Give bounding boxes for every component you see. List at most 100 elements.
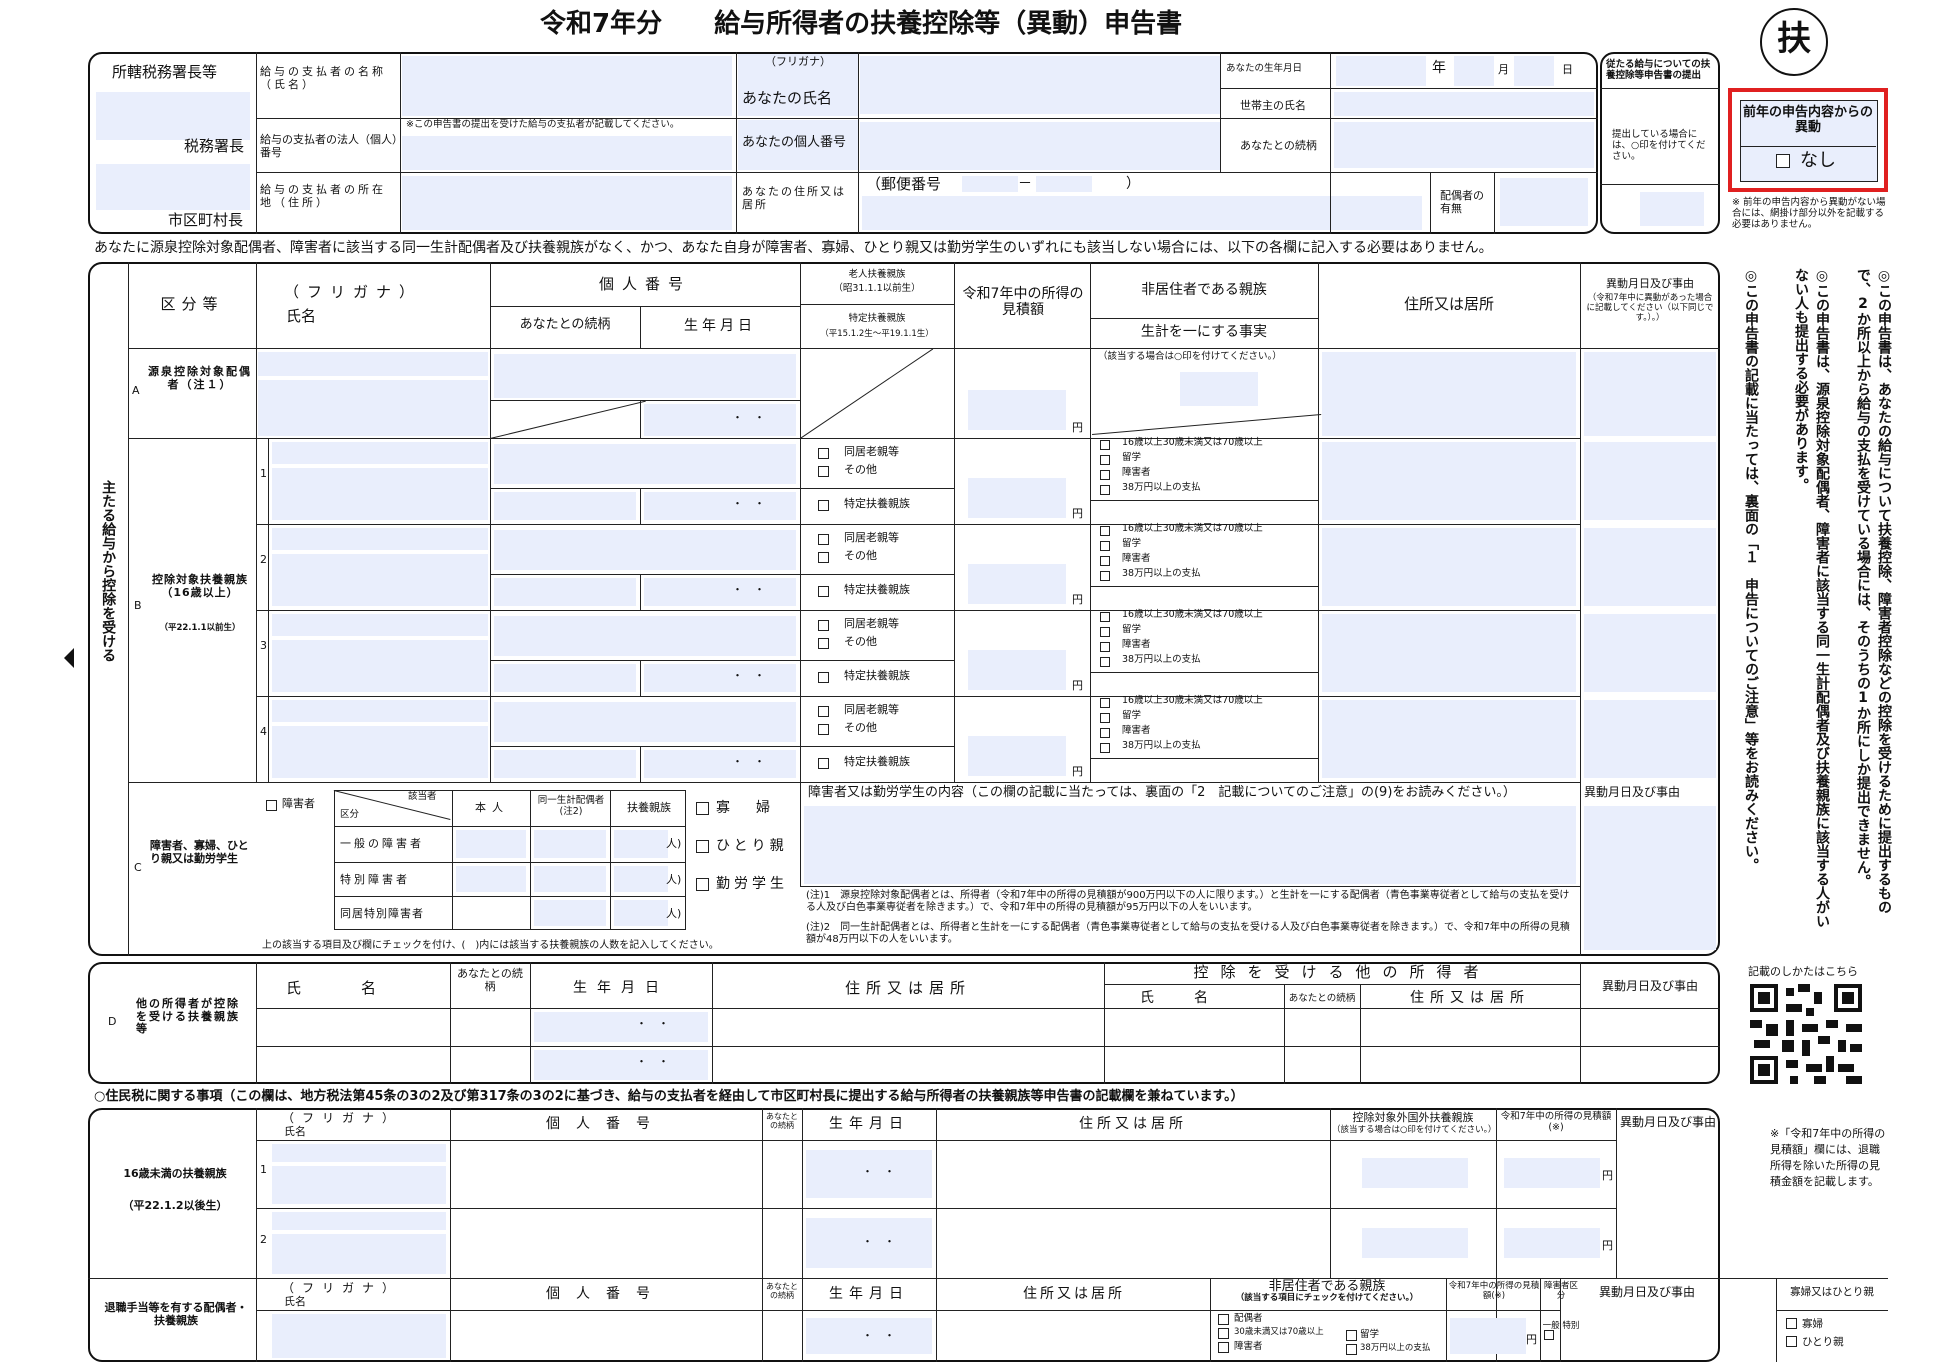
ret-opt-pay-checkbox[interactable] [1346, 1344, 1357, 1355]
c-self-general[interactable] [456, 830, 526, 858]
rowB-furigana-input[interactable] [272, 700, 488, 722]
rowB-birth-input[interactable] [644, 664, 796, 692]
u16-1-income[interactable] [1504, 1158, 1600, 1188]
rowB-number-input[interactable] [494, 530, 796, 570]
c-single-checkbox[interactable] [696, 840, 709, 853]
rowB-specific-checkbox[interactable] [818, 586, 829, 597]
rowA-income-input[interactable] [968, 390, 1066, 430]
rowB-change-input[interactable] [1584, 442, 1716, 520]
rowB-income-input[interactable] [968, 650, 1066, 690]
rowB-nonres-checkbox[interactable] [1100, 541, 1110, 551]
rowB-number-input[interactable] [494, 444, 796, 484]
rowB-nonres-checkbox[interactable] [1100, 571, 1110, 581]
rowB-birth-input[interactable] [644, 578, 796, 606]
u16-2-foreign[interactable] [1362, 1228, 1468, 1258]
rowA-change-input[interactable] [1584, 352, 1716, 436]
rowB-number-input[interactable] [494, 702, 796, 742]
rowB-address-input[interactable] [1322, 528, 1576, 606]
rowB-change-input[interactable] [1584, 700, 1716, 778]
rowA-birth-input[interactable] [644, 404, 796, 436]
rowB-address-input[interactable] [1322, 614, 1576, 692]
rowB-nonres-checkbox[interactable] [1100, 485, 1110, 495]
rowB-elderly-checkbox[interactable] [818, 620, 829, 631]
c-change-input[interactable] [1584, 806, 1716, 950]
u16-1-name[interactable] [272, 1166, 446, 1204]
ret-opt-spouse-checkbox[interactable] [1218, 1314, 1229, 1325]
c-widow-checkbox[interactable] [696, 802, 709, 815]
rowB-elderly-checkbox[interactable] [818, 448, 829, 459]
c-student-checkbox[interactable] [696, 878, 709, 891]
rowB-nonres-checkbox[interactable] [1100, 470, 1110, 480]
rowB-other-checkbox[interactable] [818, 552, 829, 563]
rowB-nonres-checkbox[interactable] [1100, 627, 1110, 637]
rowA-number-input[interactable] [494, 354, 796, 398]
city-input[interactable] [96, 164, 250, 210]
rowA-name-input[interactable] [258, 380, 488, 436]
u16-2-furigana[interactable] [272, 1212, 446, 1230]
rowB-relation-input[interactable] [494, 664, 636, 692]
u16-1-furigana[interactable] [272, 1144, 446, 1162]
rowB-nonres-checkbox[interactable] [1100, 713, 1110, 723]
your-name-input[interactable] [860, 56, 1220, 114]
rowB-other-checkbox[interactable] [818, 638, 829, 649]
tax-office-input[interactable] [96, 92, 250, 140]
u16-2-income[interactable] [1504, 1228, 1600, 1258]
ret-opt-study-checkbox[interactable] [1346, 1330, 1357, 1341]
rowB-nonres-checkbox[interactable] [1100, 743, 1110, 753]
ret-opt-disabled-checkbox[interactable] [1218, 1342, 1229, 1353]
rowB-address-input[interactable] [1322, 700, 1576, 778]
c-spouse-cohab[interactable] [534, 900, 606, 926]
c-self-special[interactable] [456, 866, 526, 892]
u16-1-foreign[interactable] [1362, 1158, 1468, 1188]
ret-name[interactable] [272, 1314, 446, 1358]
rowB-income-input[interactable] [968, 478, 1066, 518]
no-change-checkbox[interactable] [1776, 154, 1790, 168]
rowB-furigana-input[interactable] [272, 614, 488, 636]
c-spouse-special[interactable] [534, 866, 606, 892]
rowB-elderly-checkbox[interactable] [818, 534, 829, 545]
rowB-change-input[interactable] [1584, 528, 1716, 606]
your-address-input[interactable] [862, 196, 1422, 230]
ret-income[interactable] [1450, 1318, 1526, 1354]
rowB-birth-input[interactable] [644, 750, 796, 778]
rowB-number-input[interactable] [494, 616, 796, 656]
c-detail-input[interactable] [804, 806, 1576, 884]
rowB-nonres-checkbox[interactable] [1100, 455, 1110, 465]
rowB-name-input[interactable] [272, 468, 488, 520]
rowB-nonres-checkbox[interactable] [1100, 657, 1110, 667]
rowB-nonres-checkbox[interactable] [1100, 440, 1110, 450]
rowB-nonres-checkbox[interactable] [1100, 556, 1110, 566]
rowB-nonres-checkbox[interactable] [1100, 612, 1110, 622]
rowB-elderly-checkbox[interactable] [818, 706, 829, 717]
postal-input-2[interactable] [1036, 176, 1092, 192]
rowB-income-input[interactable] [968, 736, 1066, 776]
rowB-nonres-checkbox[interactable] [1100, 698, 1110, 708]
rowB-specific-checkbox[interactable] [818, 500, 829, 511]
submit-input[interactable] [1640, 192, 1704, 226]
rowB-relation-input[interactable] [494, 578, 636, 606]
spouse-input[interactable] [1500, 178, 1588, 226]
birth-year-input[interactable] [1454, 56, 1494, 86]
d-birth-input-2[interactable] [534, 1050, 708, 1080]
rowA-nonres-input[interactable] [1180, 372, 1258, 406]
rowB-income-input[interactable] [968, 564, 1066, 604]
c-disabled-checkbox[interactable] [266, 800, 277, 811]
rowB-specific-checkbox[interactable] [818, 672, 829, 683]
c-spouse-general[interactable] [534, 830, 606, 858]
rowB-specific-checkbox[interactable] [818, 758, 829, 769]
postal-input-1[interactable] [962, 176, 1018, 192]
c-dep-cohab[interactable] [614, 900, 668, 926]
rowB-furigana-input[interactable] [272, 528, 488, 550]
rowB-relation-input[interactable] [494, 750, 636, 778]
rowB-birth-input[interactable] [644, 492, 796, 520]
payer-name-input[interactable] [402, 56, 732, 116]
payer-number-input[interactable] [402, 136, 732, 170]
ret-widow-checkbox[interactable] [1786, 1318, 1797, 1329]
payer-address-input[interactable] [402, 176, 732, 230]
rowB-address-input[interactable] [1322, 442, 1576, 520]
rowB-other-checkbox[interactable] [818, 466, 829, 477]
rowB-furigana-input[interactable] [272, 442, 488, 464]
your-number-input[interactable] [860, 122, 1220, 170]
rowB-nonres-checkbox[interactable] [1100, 642, 1110, 652]
rowB-name-input[interactable] [272, 726, 488, 778]
